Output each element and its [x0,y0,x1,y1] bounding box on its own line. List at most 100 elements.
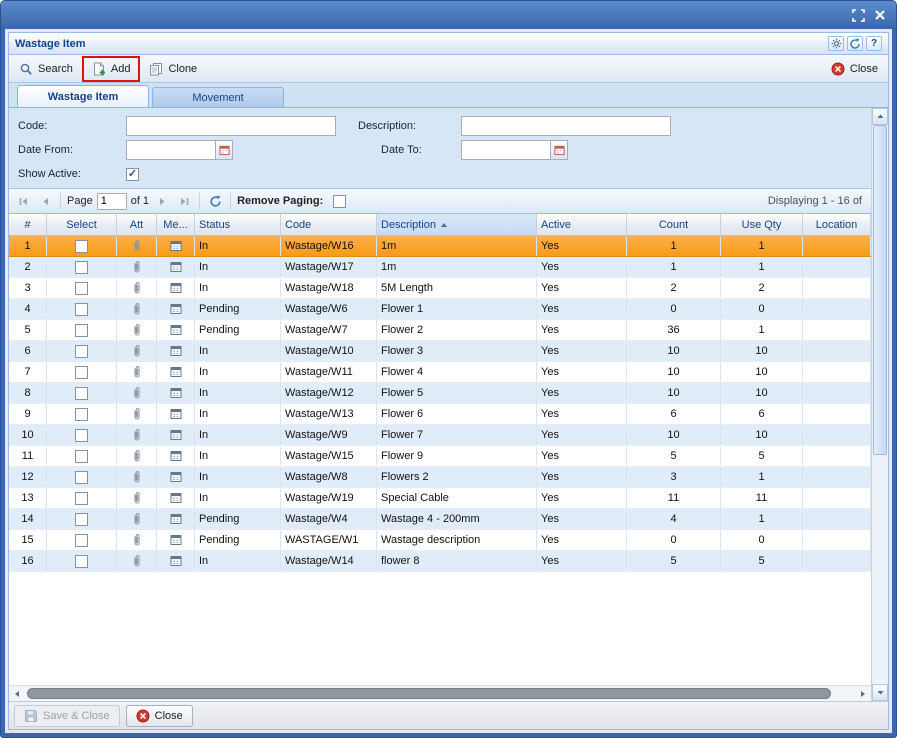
horizontal-scroll-track[interactable] [25,686,855,702]
row-select-checkbox[interactable] [75,366,88,379]
help-tool-icon[interactable]: ? [866,36,882,51]
attachment-icon[interactable] [132,407,142,421]
row-select-checkbox[interactable] [75,471,88,484]
column-header-select[interactable]: Select [47,214,117,235]
attachment-icon[interactable] [132,260,142,274]
horizontal-scrollbar[interactable] [9,685,871,701]
refresh-button[interactable] [206,192,224,210]
settings-tool-icon[interactable] [828,36,844,51]
save-close-button[interactable]: Save & Close [14,705,120,727]
movement-calendar-icon[interactable] [170,324,182,336]
column-header-active[interactable]: Active [537,214,627,235]
code-input[interactable] [126,116,336,136]
row-select-checkbox[interactable] [75,303,88,316]
movement-calendar-icon[interactable] [170,534,182,546]
add-button[interactable]: Add [86,59,137,79]
row-select-checkbox[interactable] [75,324,88,337]
column-header-use_qty[interactable]: Use Qty [721,214,803,235]
row-select-checkbox[interactable] [75,240,88,253]
grid-row[interactable]: 8InWastage/W12Flower 5Yes1010 [9,383,871,404]
row-select-checkbox[interactable] [75,261,88,274]
vertical-scroll-track[interactable] [872,125,888,684]
vertical-scrollbar[interactable] [871,108,888,701]
attachment-icon[interactable] [132,512,142,526]
column-header-location[interactable]: Location [803,214,871,235]
grid-row[interactable]: 1InWastage/W161mYes11 [9,236,871,257]
description-input[interactable] [461,116,671,136]
grid-row[interactable]: 5PendingWastage/W7Flower 2Yes361 [9,320,871,341]
row-select-checkbox[interactable] [75,492,88,505]
scroll-up-icon[interactable] [872,108,888,125]
column-header-status[interactable]: Status [195,214,281,235]
movement-calendar-icon[interactable] [170,450,182,462]
column-header-num[interactable]: # [9,214,47,235]
attachment-icon[interactable] [132,386,142,400]
first-page-button[interactable] [14,192,32,210]
date-to-input[interactable] [461,140,551,160]
horizontal-scroll-thumb[interactable] [27,688,831,699]
clone-button[interactable]: Clone [143,59,203,79]
column-header-code[interactable]: Code [281,214,377,235]
attachment-icon[interactable] [132,449,142,463]
footer-close-button[interactable]: Close [126,705,193,727]
attachment-icon[interactable] [132,491,142,505]
page-input[interactable] [97,193,127,210]
attachment-icon[interactable] [132,554,142,568]
movement-calendar-icon[interactable] [170,513,182,525]
movement-calendar-icon[interactable] [170,555,182,567]
movement-calendar-icon[interactable] [170,492,182,504]
maximize-icon[interactable] [852,9,865,22]
attachment-icon[interactable] [132,533,142,547]
movement-calendar-icon[interactable] [170,282,182,294]
attachment-icon[interactable] [132,281,142,295]
row-select-checkbox[interactable] [75,555,88,568]
row-select-checkbox[interactable] [75,429,88,442]
grid-row[interactable]: 7InWastage/W11Flower 4Yes1010 [9,362,871,383]
refresh-tool-icon[interactable] [847,36,863,51]
grid-row[interactable]: 2InWastage/W171mYes11 [9,257,871,278]
vertical-scroll-thumb[interactable] [873,125,887,455]
grid-row[interactable]: 3InWastage/W185M LengthYes22 [9,278,871,299]
grid-row[interactable]: 6InWastage/W10Flower 3Yes1010 [9,341,871,362]
window-close-icon[interactable] [874,9,886,21]
row-select-checkbox[interactable] [75,282,88,295]
grid-row[interactable]: 14PendingWastage/W4Wastage 4 - 200mmYes4… [9,509,871,530]
column-header-me[interactable]: Me... [157,214,195,235]
attachment-icon[interactable] [132,302,142,316]
movement-calendar-icon[interactable] [170,261,182,273]
movement-calendar-icon[interactable] [170,345,182,357]
search-button[interactable]: Search [13,59,79,79]
movement-calendar-icon[interactable] [170,387,182,399]
attachment-icon[interactable] [132,323,142,337]
grid-row[interactable]: 4PendingWastage/W6Flower 1Yes00 [9,299,871,320]
attachment-icon[interactable] [132,365,142,379]
tab-wastage-item[interactable]: Wastage Item [17,85,149,107]
row-select-checkbox[interactable] [75,513,88,526]
remove-paging-checkbox[interactable] [333,195,346,208]
attachment-icon[interactable] [132,344,142,358]
movement-calendar-icon[interactable] [170,240,182,252]
row-select-checkbox[interactable] [75,387,88,400]
grid-row[interactable]: 9InWastage/W13Flower 6Yes66 [9,404,871,425]
grid-row[interactable]: 10InWastage/W9Flower 7Yes1010 [9,425,871,446]
grid-row[interactable]: 11InWastage/W15Flower 9Yes55 [9,446,871,467]
prev-page-button[interactable] [36,192,54,210]
column-header-description[interactable]: Description [377,214,537,235]
scroll-left-icon[interactable] [9,686,25,702]
row-select-checkbox[interactable] [75,450,88,463]
row-select-checkbox[interactable] [75,534,88,547]
attachment-icon[interactable] [132,239,142,253]
scroll-down-icon[interactable] [872,684,888,701]
date-to-picker-icon[interactable] [551,140,568,160]
date-from-picker-icon[interactable] [216,140,233,160]
tab-movement[interactable]: Movement [152,87,284,107]
movement-calendar-icon[interactable] [170,429,182,441]
grid-row[interactable]: 12InWastage/W8Flowers 2Yes31 [9,467,871,488]
column-header-att[interactable]: Att [117,214,157,235]
last-page-button[interactable] [175,192,193,210]
row-select-checkbox[interactable] [75,408,88,421]
movement-calendar-icon[interactable] [170,471,182,483]
grid-row[interactable]: 16InWastage/W14flower 8Yes55 [9,551,871,572]
movement-calendar-icon[interactable] [170,366,182,378]
column-header-count[interactable]: Count [627,214,721,235]
